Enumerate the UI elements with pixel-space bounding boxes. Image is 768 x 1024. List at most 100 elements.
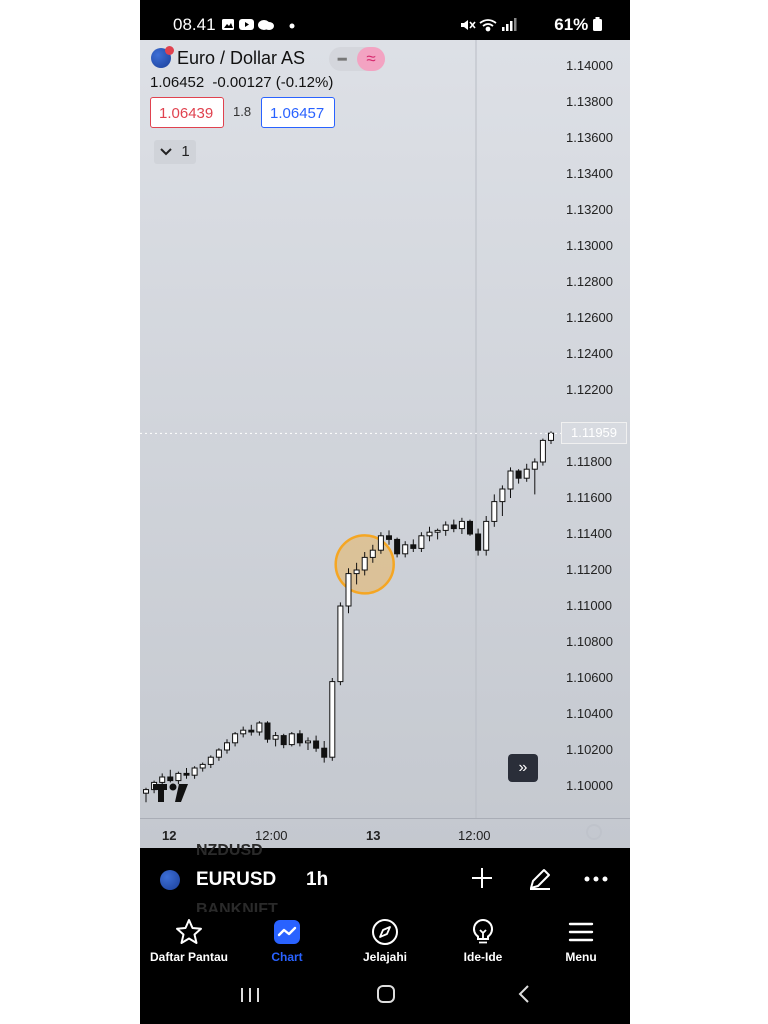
candle-body-up [232, 733, 239, 744]
price-axis-label: 1.10600 [566, 670, 613, 685]
price-axis-label: 1.11000 [566, 598, 613, 613]
scroll-to-realtime-button[interactable]: » [508, 754, 538, 782]
candle-body-down [167, 776, 174, 782]
candle [199, 762, 206, 772]
more-icon[interactable] [582, 866, 610, 894]
candle [434, 528, 441, 540]
candle [458, 517, 465, 534]
sell-price-button[interactable]: 1.06439 [150, 97, 224, 128]
candle-body-up [305, 740, 311, 744]
candle-body-up [507, 470, 514, 490]
system-navigation-bar [140, 974, 630, 1024]
candle-body-down [515, 470, 522, 479]
candle-body-up [345, 573, 352, 607]
candle-body-down [313, 740, 320, 749]
candle [394, 537, 401, 558]
dot-icon [289, 23, 295, 29]
market-status-pill[interactable]: ━ ≈ [329, 47, 385, 71]
candle [450, 519, 457, 533]
last-price: 1.06452 [150, 74, 205, 91]
nav-jelajahi[interactable]: Jelajahi [336, 912, 434, 974]
candle [523, 463, 530, 482]
tradingview-logo [153, 782, 191, 810]
candle-body-up [377, 535, 384, 551]
candle-body-up [337, 605, 344, 683]
candle-body-up [458, 520, 465, 530]
indicators-toggle[interactable]: 1 [154, 140, 196, 164]
price-axis-label: 1.10400 [566, 706, 613, 721]
symbol-selector[interactable]: EURUSD [196, 869, 276, 891]
menu-icon [568, 922, 594, 942]
price-change: -0.00127 [212, 74, 272, 91]
candle [296, 730, 303, 747]
candle-body-up [499, 488, 506, 503]
candle-body-up [199, 763, 206, 769]
candle-body-up [143, 789, 149, 794]
symbol-title[interactable]: Euro / Dollar AS [177, 48, 305, 69]
candle [280, 733, 287, 749]
spread-value: 1.8 [233, 104, 252, 119]
candle [321, 741, 328, 763]
candle [499, 485, 506, 516]
candle [272, 732, 279, 747]
wave-icon: ≈ [357, 47, 385, 71]
candle-body-down [467, 520, 473, 535]
candle [539, 438, 546, 466]
candle-body-up [418, 535, 425, 549]
nav-daftar-pantau[interactable]: Daftar Pantau [140, 912, 238, 974]
status-left-icons [222, 18, 296, 37]
candle-body-down [475, 533, 482, 551]
pencil-icon[interactable] [526, 866, 554, 894]
candle-body-up [442, 524, 449, 531]
candle-body-down [394, 538, 401, 555]
buy-price-button[interactable]: 1.06457 [261, 97, 335, 128]
status-time: 08.41 [173, 15, 216, 34]
candle [248, 724, 255, 736]
signal-icon [502, 18, 517, 31]
candle [491, 494, 498, 527]
price-axis-label: 1.10000 [566, 778, 613, 793]
candle [215, 748, 222, 761]
settings-icon[interactable] [586, 824, 602, 840]
candle-body-down [296, 733, 303, 744]
nav-label: Daftar Pantau [149, 950, 229, 964]
phone-screen: 08.41 61% Euro / Dollar AS ━ ≈ 1.06452 -… [140, 0, 630, 1024]
candle [183, 768, 190, 779]
battery-percent: 61% [554, 15, 589, 34]
candle [345, 568, 352, 614]
price-axis-label: 1.12600 [566, 310, 613, 325]
eu-us-flag-icon [160, 870, 180, 890]
candle [240, 726, 247, 738]
price-axis-label: 1.14000 [566, 58, 613, 73]
price-axis-label: 1.12200 [566, 382, 613, 397]
nav-chart[interactable]: Chart [238, 912, 336, 974]
candle [264, 721, 271, 743]
candle [377, 532, 384, 554]
home-button[interactable] [376, 984, 396, 1010]
price-axis-label: 1.11400 [566, 526, 613, 541]
interval-selector[interactable]: 1h [306, 869, 328, 891]
candle-body-up [175, 772, 182, 782]
nav-ide-ide[interactable]: Ide-Ide [434, 912, 532, 974]
candle-body-up [361, 556, 368, 571]
candle [426, 526, 433, 542]
plus-icon[interactable] [468, 866, 496, 894]
back-button[interactable] [517, 984, 531, 1010]
recent-apps-button[interactable] [239, 984, 261, 1010]
price-chart[interactable] [140, 40, 630, 848]
nav-menu[interactable]: Menu [532, 912, 630, 974]
candle [167, 769, 174, 783]
candle-body-down [321, 747, 328, 758]
price-change-percent: (-0.12%) [275, 74, 334, 91]
candle-body-up [256, 722, 263, 733]
indicators-count: 1 [181, 143, 190, 160]
candle [515, 469, 522, 484]
eu-us-flag-icon [151, 46, 174, 68]
candle-body-down [264, 722, 271, 740]
chart-area[interactable]: Euro / Dollar AS ━ ≈ 1.06452 -0.00127 (-… [140, 40, 630, 848]
candle [337, 602, 344, 686]
price-axis-label: 1.12400 [566, 346, 613, 361]
candle [191, 766, 198, 779]
chevron-down-icon [160, 145, 175, 159]
candle-body-up [483, 520, 490, 551]
